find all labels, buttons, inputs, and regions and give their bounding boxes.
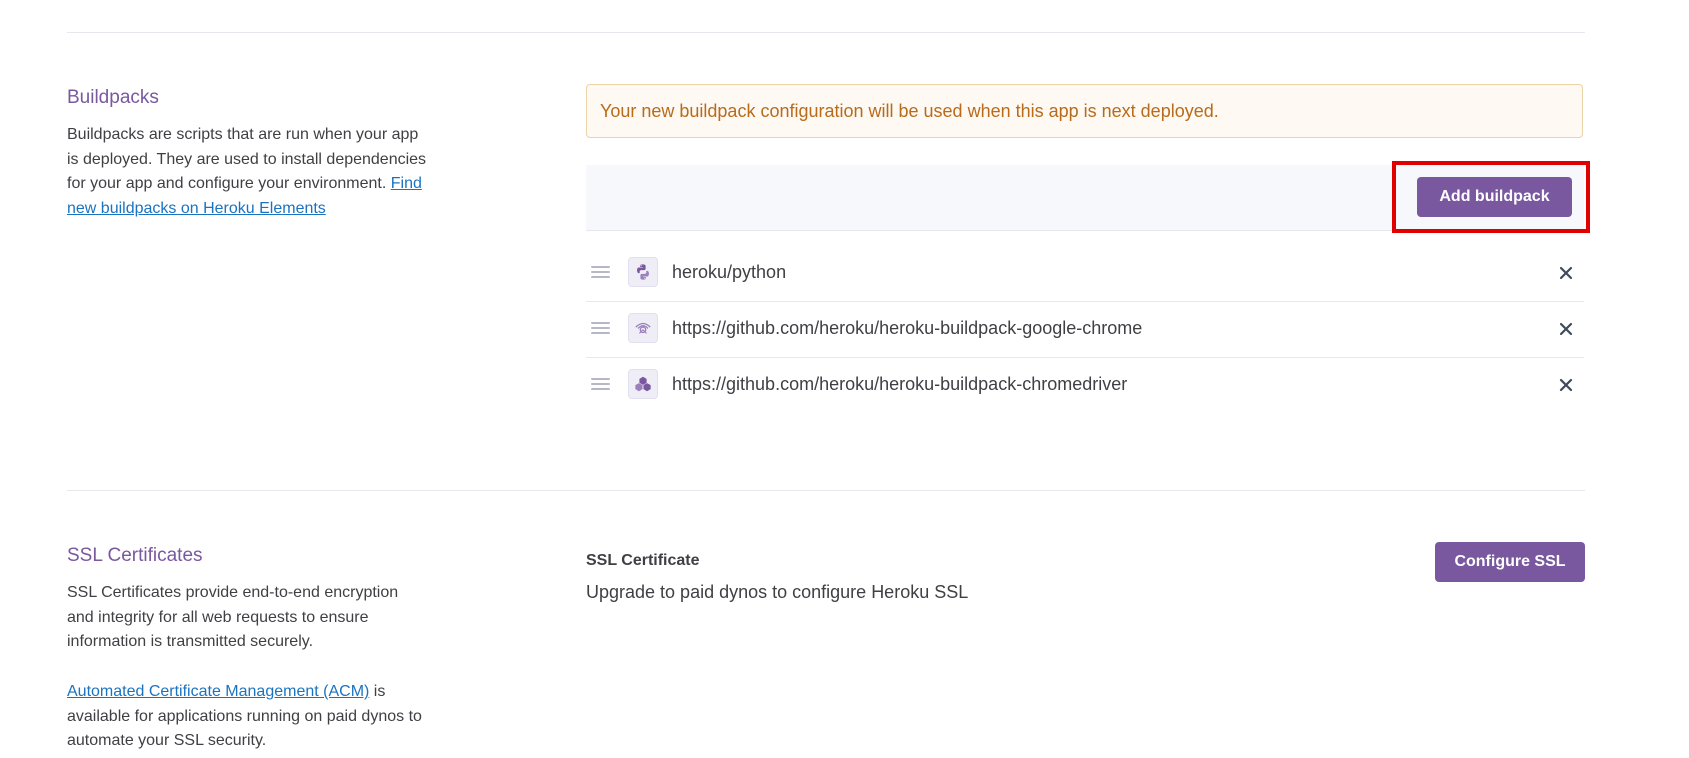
configure-ssl-button[interactable]: Configure SSL [1435,542,1585,582]
remove-buildpack-close-icon[interactable] [1555,262,1577,284]
ssl-description: SSL Certificates provide end-to-end encr… [67,584,399,650]
remove-buildpack-close-icon[interactable] [1555,318,1577,340]
buildpacks-title: Buildpacks [67,87,159,108]
acm-description: Automated Certificate Management (ACM) i… [67,680,427,754]
python-icon [628,257,658,287]
chrome-buildpack-icon [628,313,658,343]
drag-handle-icon[interactable] [591,322,610,334]
buildpacks-description-text: Buildpacks are scripts that are run when… [67,126,427,192]
add-buildpack-button[interactable]: Add buildpack [1417,177,1572,217]
acm-link[interactable]: Automated Certificate Management (ACM) [67,683,369,700]
buildpack-row: https://github.com/heroku/heroku-buildpa… [586,301,1584,358]
ssl-certificate-text: Upgrade to paid dynos to configure Herok… [586,582,969,602]
section-divider [67,490,1585,491]
drag-handle-icon[interactable] [591,266,610,278]
buildpack-name: heroku/python [672,262,787,282]
buildpack-row: https://github.com/heroku/heroku-buildpa… [586,357,1584,413]
ssl-title: SSL Certificates [67,545,203,566]
buildpack-name: https://github.com/heroku/heroku-buildpa… [672,374,1128,394]
buildpack-row: heroku/python [586,245,1584,302]
top-divider [67,32,1585,33]
buildpack-name: https://github.com/heroku/heroku-buildpa… [672,318,1143,338]
remove-buildpack-close-icon[interactable] [1555,374,1577,396]
buildpacks-description: Buildpacks are scripts that are run when… [67,123,427,221]
chromedriver-buildpack-icon [628,369,658,399]
drag-handle-icon[interactable] [591,378,610,390]
deploy-notice: Your new buildpack configuration will be… [586,84,1583,138]
ssl-certificate-label: SSL Certificate [586,552,700,569]
